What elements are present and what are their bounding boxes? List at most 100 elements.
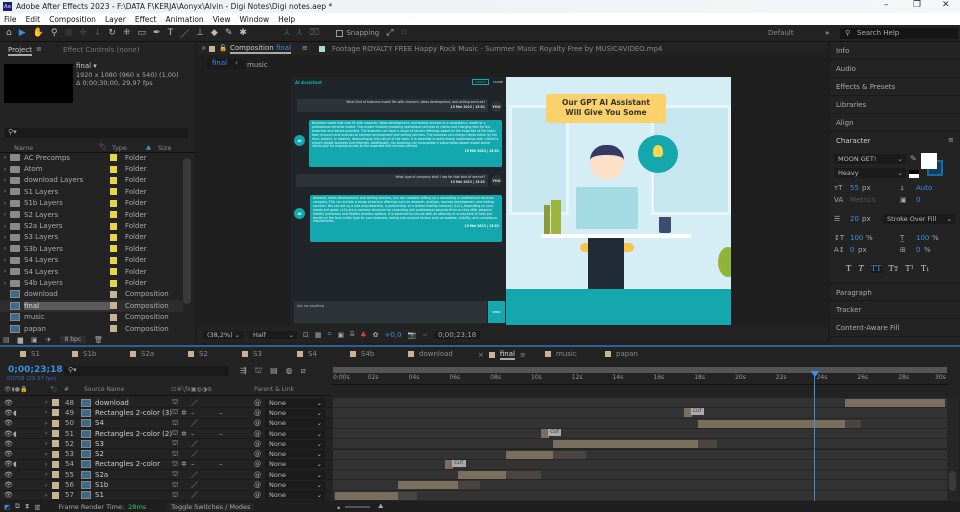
menu-animation[interactable]: Animation — [165, 15, 203, 24]
rectangle-tool-icon[interactable]: ▭ — [138, 28, 147, 38]
expand-chevron-icon[interactable]: › — [0, 257, 10, 264]
label-color-swatch[interactable] — [110, 176, 117, 184]
marker-label[interactable]: CUT — [452, 459, 466, 467]
snap-grid-icon[interactable]: ⁙ — [400, 28, 408, 38]
layer-duration-bar[interactable] — [458, 471, 507, 480]
menu-file[interactable]: File — [4, 15, 17, 24]
rotate-tool-icon[interactable]: ↻ — [108, 28, 116, 38]
panel-menu-icon[interactable]: ≡ — [520, 351, 526, 359]
snapshot-icon[interactable]: 📷 — [407, 331, 416, 339]
layer-row[interactable]: 👁 › 57 S1 ⛫ ／ @ None ⌄ — [0, 491, 330, 501]
magnification-dropdown[interactable]: (38,2%) ⌄ — [203, 330, 243, 339]
tab-effect-controls[interactable]: Effect Controls (none) — [63, 46, 139, 54]
motion-blur-icon[interactable]: ◍ — [286, 366, 293, 376]
timeline-scrollbar[interactable] — [947, 397, 958, 502]
expand-chevron-icon[interactable]: › — [0, 268, 10, 275]
parent-dropdown[interactable]: None ⌄ — [265, 491, 325, 500]
subscript-button[interactable]: T₁ — [921, 264, 930, 273]
layer-duration-trim[interactable] — [398, 491, 417, 500]
visibility-eye-icon[interactable]: 👁 — [4, 430, 13, 438]
label-color-swatch[interactable] — [110, 302, 117, 310]
shy-switch-icon[interactable]: ⛫ — [172, 408, 178, 417]
fill-color-swatch[interactable] — [921, 153, 937, 169]
pickwhip-icon[interactable]: @ — [254, 481, 261, 489]
expand-chevron-icon[interactable]: › — [0, 154, 10, 161]
pan-camera-icon[interactable]: ✛ — [79, 28, 87, 38]
panel-audio[interactable]: Audio — [830, 60, 960, 78]
timeline-tab-s4b[interactable]: S4b — [350, 350, 374, 358]
layer-name[interactable]: S1 — [95, 491, 104, 499]
column-number[interactable]: # — [64, 386, 69, 393]
column-source-name[interactable]: Source Name — [84, 386, 124, 393]
expand-chevron-icon[interactable]: › — [0, 177, 10, 184]
layer-search-input[interactable]: ⚲▾ — [64, 366, 229, 376]
menu-layer[interactable]: Layer — [105, 15, 126, 24]
shy-layers-icon[interactable]: ⛫ — [255, 366, 262, 376]
tab-project[interactable]: Project — [8, 46, 32, 56]
home-icon[interactable]: ⌂ — [6, 28, 12, 38]
workspace-default[interactable]: Default — [768, 29, 794, 37]
font-size-value[interactable]: 55 — [850, 184, 859, 192]
layer-row[interactable]: 👁 ◖ › 51 Rectangles 2-color (2) ⛫ ✲ – – @ None ⌄ — [0, 429, 330, 440]
label-color-swatch[interactable] — [110, 245, 117, 253]
shy-switch-icon[interactable]: ⛫ — [172, 470, 178, 479]
expand-chevron-icon[interactable]: › — [45, 409, 47, 416]
quality-switch-icon[interactable]: ／ — [191, 490, 198, 500]
layer-row[interactable]: 👁 › 53 S2 ⛫ ／ @ None ⌄ — [0, 450, 330, 460]
visibility-eye-icon[interactable]: 👁 — [4, 419, 13, 427]
layer-duration-trim[interactable] — [458, 481, 480, 490]
layer-duration-trim[interactable] — [698, 440, 717, 449]
all-caps-button[interactable]: TT — [870, 264, 882, 273]
shy-switch-icon[interactable]: ⛫ — [172, 398, 178, 407]
label-swatch[interactable] — [52, 440, 59, 448]
timeline-tab-s1[interactable]: S1 — [20, 350, 40, 358]
layer-duration-trim[interactable] — [553, 450, 586, 459]
quality-switch-icon[interactable]: ／ — [191, 439, 198, 449]
parent-dropdown[interactable]: None ⌄ — [265, 429, 325, 438]
layer-duration-bar[interactable] — [398, 481, 459, 490]
expand-chevron-icon[interactable]: › — [45, 492, 47, 499]
view-axis-icon[interactable]: ⌧ — [309, 28, 319, 38]
pickwhip-icon[interactable]: @ — [254, 471, 261, 479]
quality-switch-icon[interactable]: ／ — [191, 418, 198, 428]
project-item[interactable]: › S1b Layers Folder — [0, 198, 183, 209]
label-swatch[interactable] — [52, 419, 59, 427]
current-time[interactable]: 0;00;23;18 — [8, 365, 63, 375]
lock-icon[interactable]: 🔓 — [219, 44, 227, 52]
visibility-eye-icon[interactable]: 👁 — [4, 481, 13, 489]
project-item[interactable]: › download Layers Folder — [0, 175, 183, 186]
timeline-tab-s4[interactable]: S4 — [297, 350, 317, 358]
layer-row[interactable]: 👁 › 56 S1b ⛫ ／ @ None ⌄ — [0, 480, 330, 491]
shy-switch-icon[interactable]: ⛫ — [172, 460, 178, 469]
pickwhip-icon[interactable]: @ — [254, 491, 261, 499]
expand-chevron-icon[interactable]: › — [45, 461, 47, 468]
layer-row[interactable]: 👁 › 48 download ⛫ ／ @ None ⌄ — [0, 398, 330, 409]
column-type[interactable]: Type — [112, 144, 127, 152]
project-item[interactable]: papan Composition — [0, 323, 183, 334]
panel-menu-icon[interactable]: ≡ — [948, 136, 954, 144]
guides-icon[interactable]: ▣ — [337, 331, 344, 339]
graph-editor-icon[interactable]: ⧄ — [301, 366, 306, 376]
delete-icon[interactable]: 🗑 — [94, 336, 103, 344]
layer-row[interactable]: 👁 › 55 S2a ⛫ ／ @ None ⌄ — [0, 470, 330, 481]
exposure-reset-icon[interactable]: ✿ — [373, 331, 379, 339]
render-icon[interactable]: ✈ — [46, 336, 52, 344]
expand-chevron-icon[interactable]: › — [45, 482, 47, 489]
project-item[interactable]: › S3 Layers Folder — [0, 232, 183, 243]
marker-label[interactable]: CUT — [548, 428, 562, 436]
label-color-swatch[interactable] — [110, 222, 117, 230]
label-swatch[interactable] — [52, 481, 59, 489]
expand-chevron-icon[interactable]: › — [45, 471, 47, 478]
panel-content-aware-fill[interactable]: Content-Aware Fill — [830, 319, 960, 337]
project-item[interactable]: › Atom Folder — [0, 163, 183, 174]
menu-effect[interactable]: Effect — [135, 15, 157, 24]
collapse-switch-icon[interactable]: ✲ — [181, 460, 187, 468]
shy-switch-icon[interactable]: ⛫ — [172, 439, 178, 448]
menu-edit[interactable]: Edit — [26, 15, 41, 24]
project-item[interactable]: › S4 Layers Folder — [0, 255, 183, 266]
label-swatch[interactable] — [52, 491, 59, 499]
small-caps-button[interactable]: Tт — [889, 264, 899, 273]
label-color-swatch[interactable] — [110, 290, 117, 298]
timeline-tab-s2[interactable]: S2 — [188, 350, 208, 358]
new-comp-icon[interactable]: ▣ — [31, 336, 38, 344]
